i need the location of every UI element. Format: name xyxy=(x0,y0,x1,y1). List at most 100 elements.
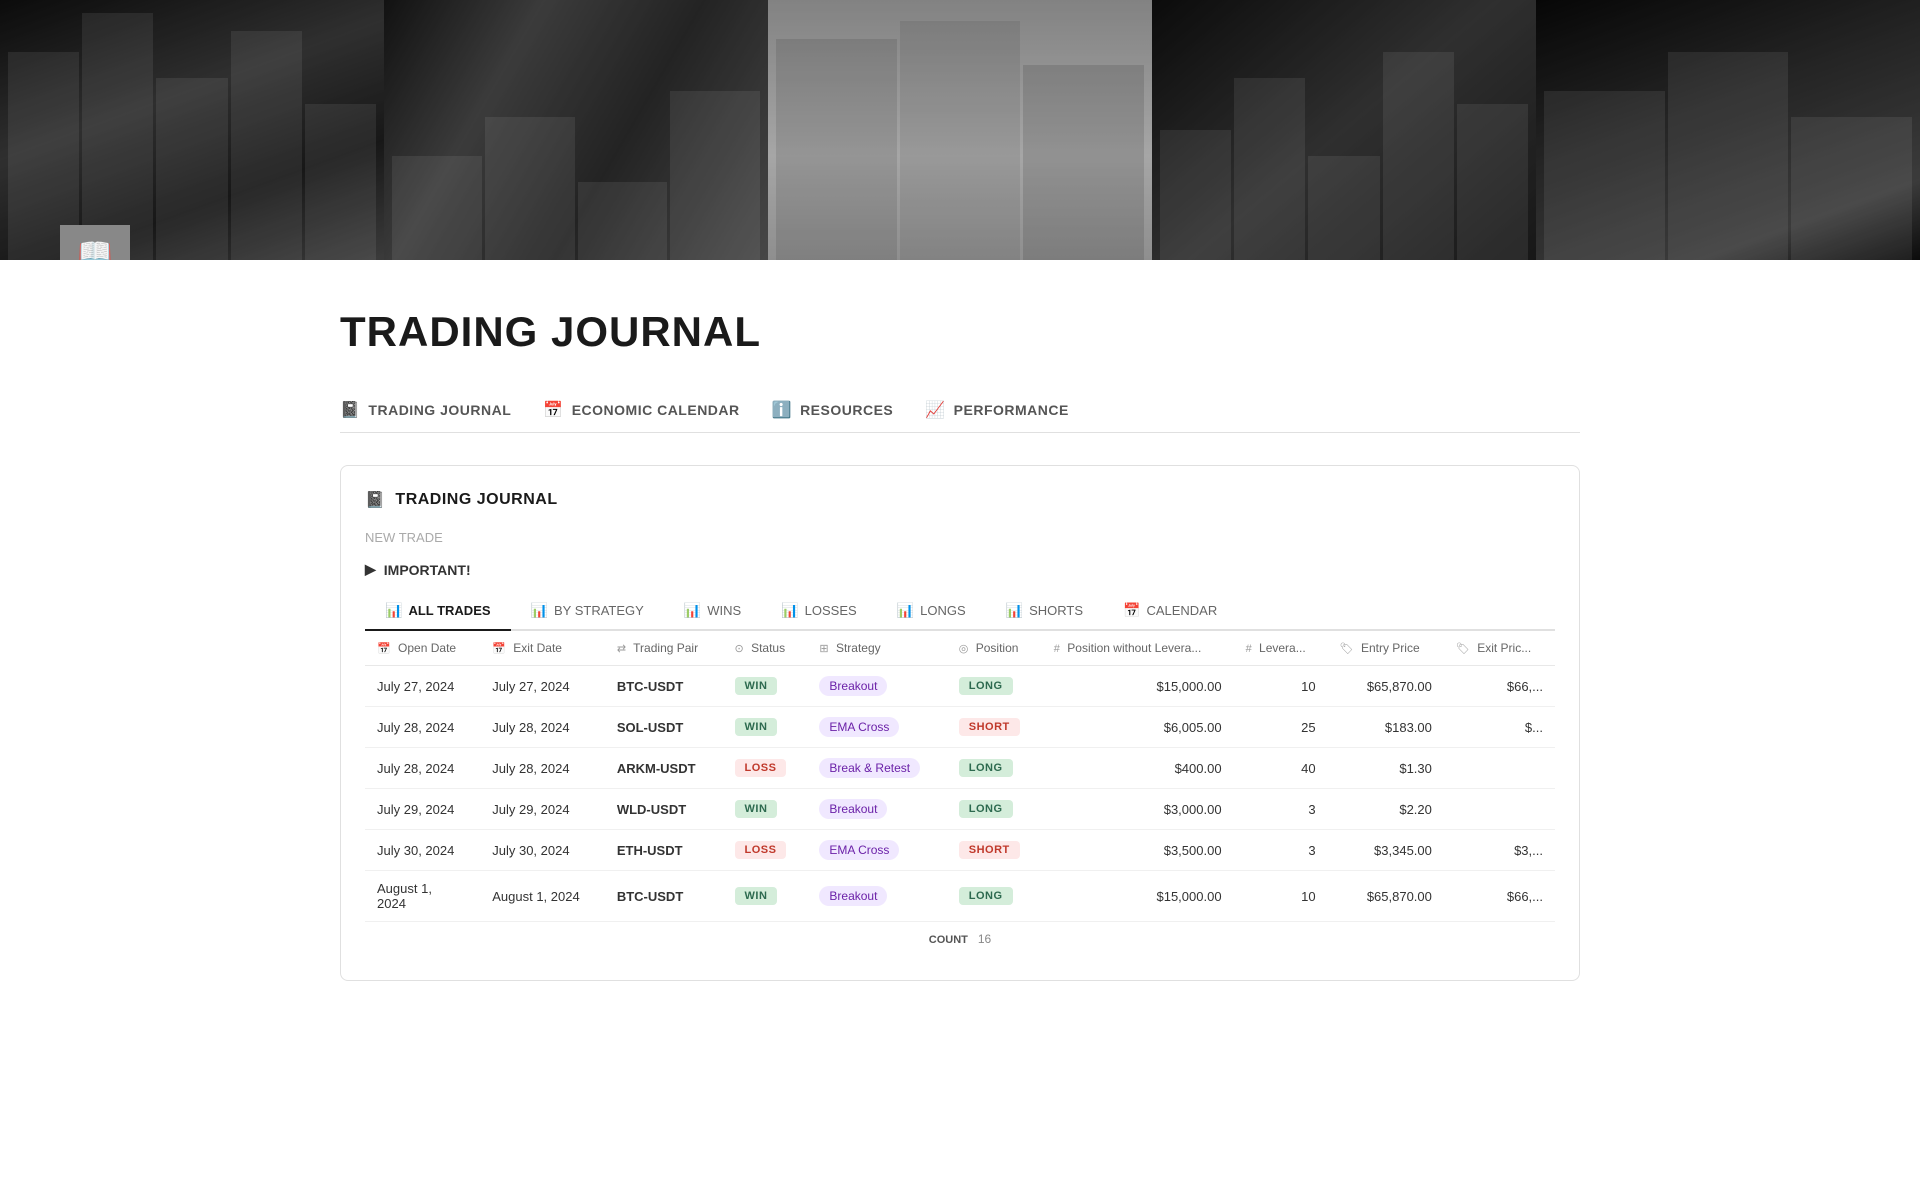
cell-exit-date-2: July 28, 2024 xyxy=(480,748,605,789)
cell-position-1: SHORT xyxy=(947,707,1042,748)
all-trades-icon: 📊 xyxy=(385,602,402,619)
col-position-no-leverage: # Position without Levera... xyxy=(1042,631,1234,666)
count-value: 16 xyxy=(978,932,991,946)
view-tab-longs[interactable]: 📊 LONGS xyxy=(877,594,986,631)
journal-header-title: TRADING JOURNAL xyxy=(395,491,557,509)
status-badge-5: WIN xyxy=(735,887,778,905)
count-label: COUNT xyxy=(929,934,968,946)
view-tab-shorts[interactable]: 📊 SHORTS xyxy=(986,594,1103,631)
table-row[interactable]: July 28, 2024 July 28, 2024 SOL-USDT WIN… xyxy=(365,707,1555,748)
view-tab-by-strategy[interactable]: 📊 BY STRATEGY xyxy=(511,594,664,631)
journal-header-icon: 📓 xyxy=(365,490,385,510)
losses-icon: 📊 xyxy=(781,602,798,619)
cell-exit-date-0: July 27, 2024 xyxy=(480,666,605,707)
performance-nav-icon: 📈 xyxy=(925,400,945,420)
nav-tab-economic-calendar[interactable]: 📅 ECONOMIC CALENDAR xyxy=(543,388,771,432)
col-trading-pair: ⇄ Trading Pair xyxy=(605,631,723,666)
table-row[interactable]: July 27, 2024 July 27, 2024 BTC-USDT WIN… xyxy=(365,666,1555,707)
cell-status-3: WIN xyxy=(723,789,808,830)
view-tab-wins[interactable]: 📊 WINS xyxy=(664,594,761,631)
cell-open-date-2: July 28, 2024 xyxy=(365,748,480,789)
strategy-badge-4: EMA Cross xyxy=(819,840,899,860)
cell-entry-price-2: $1.30 xyxy=(1328,748,1444,789)
cell-entry-price-3: $2.20 xyxy=(1328,789,1444,830)
cell-strategy-0: Breakout xyxy=(807,666,946,707)
count-row: COUNT 16 xyxy=(365,922,1555,956)
strategy-badge-3: Breakout xyxy=(819,799,887,819)
cell-position-no-leverage-3: $3,000.00 xyxy=(1042,789,1234,830)
cell-status-5: WIN xyxy=(723,871,808,922)
view-tab-longs-label: LONGS xyxy=(920,603,966,618)
cell-leverage-0: 10 xyxy=(1234,666,1328,707)
cell-trading-pair-2: ARKM-USDT xyxy=(605,748,723,789)
new-trade-button[interactable]: NEW TRADE xyxy=(365,526,1555,549)
col-position: ◎ Position xyxy=(947,631,1042,666)
cell-entry-price-5: $65,870.00 xyxy=(1328,871,1444,922)
table-row[interactable]: July 29, 2024 July 29, 2024 WLD-USDT WIN… xyxy=(365,789,1555,830)
nav-tab-performance[interactable]: 📈 PERFORMANCE xyxy=(925,388,1101,432)
cell-entry-price-0: $65,870.00 xyxy=(1328,666,1444,707)
expand-icon: ▶ xyxy=(365,561,376,578)
cell-trading-pair-3: WLD-USDT xyxy=(605,789,723,830)
cell-open-date-5: August 1, 2024 xyxy=(365,871,480,922)
cell-position-0: LONG xyxy=(947,666,1042,707)
cell-trading-pair-1: SOL-USDT xyxy=(605,707,723,748)
status-badge-4: LOSS xyxy=(735,841,787,859)
cell-entry-price-1: $183.00 xyxy=(1328,707,1444,748)
col-leverage: # Levera... xyxy=(1234,631,1328,666)
cell-exit-date-1: July 28, 2024 xyxy=(480,707,605,748)
cell-strategy-4: EMA Cross xyxy=(807,830,946,871)
view-tab-losses-label: LOSSES xyxy=(805,603,857,618)
cell-strategy-1: EMA Cross xyxy=(807,707,946,748)
cell-leverage-2: 40 xyxy=(1234,748,1328,789)
cell-status-2: LOSS xyxy=(723,748,808,789)
nav-tab-resources[interactable]: ℹ️ RESOURCES xyxy=(772,388,926,432)
view-tab-wins-label: WINS xyxy=(707,603,741,618)
cell-leverage-5: 10 xyxy=(1234,871,1328,922)
view-tab-shorts-label: SHORTS xyxy=(1029,603,1083,618)
nav-tab-economic-calendar-label: ECONOMIC CALENDAR xyxy=(572,402,740,418)
cell-leverage-4: 3 xyxy=(1234,830,1328,871)
hero-panel-4 xyxy=(1152,0,1536,260)
cell-status-0: WIN xyxy=(723,666,808,707)
cell-exit-price-2 xyxy=(1444,748,1555,789)
view-tab-calendar-label: CALENDAR xyxy=(1146,603,1217,618)
cell-exit-price-0: $66,... xyxy=(1444,666,1555,707)
strategy-badge-5: Breakout xyxy=(819,886,887,906)
longs-icon: 📊 xyxy=(897,602,914,619)
view-tab-all-trades-label: ALL TRADES xyxy=(408,603,490,618)
col-exit-price: 🏷 Exit Pric... xyxy=(1444,631,1555,666)
table-row[interactable]: July 28, 2024 July 28, 2024 ARKM-USDT LO… xyxy=(365,748,1555,789)
table-row[interactable]: July 30, 2024 July 30, 2024 ETH-USDT LOS… xyxy=(365,830,1555,871)
col-strategy: ⊞ Strategy xyxy=(807,631,946,666)
cell-status-1: WIN xyxy=(723,707,808,748)
table-row[interactable]: August 1, 2024 August 1, 2024 BTC-USDT W… xyxy=(365,871,1555,922)
cell-strategy-5: Breakout xyxy=(807,871,946,922)
important-label: IMPORTANT! xyxy=(384,562,471,578)
cell-position-no-leverage-4: $3,500.00 xyxy=(1042,830,1234,871)
cell-position-no-leverage-1: $6,005.00 xyxy=(1042,707,1234,748)
cell-exit-price-4: $3,... xyxy=(1444,830,1555,871)
cell-entry-price-4: $3,345.00 xyxy=(1328,830,1444,871)
cell-position-no-leverage-5: $15,000.00 xyxy=(1042,871,1234,922)
cell-exit-price-1: $... xyxy=(1444,707,1555,748)
position-badge-0: LONG xyxy=(959,677,1013,695)
cell-position-4: SHORT xyxy=(947,830,1042,871)
cell-exit-price-5: $66,... xyxy=(1444,871,1555,922)
cell-exit-price-3 xyxy=(1444,789,1555,830)
strategy-badge-1: EMA Cross xyxy=(819,717,899,737)
nav-tab-trading-journal[interactable]: 📓 TRADING JOURNAL xyxy=(340,388,543,432)
view-tab-calendar[interactable]: 📅 CALENDAR xyxy=(1103,594,1237,631)
hero-panel-3 xyxy=(768,0,1152,260)
calendar-icon: 📅 xyxy=(1123,602,1140,619)
view-tab-losses[interactable]: 📊 LOSSES xyxy=(761,594,876,631)
journal-card-header: 📓 TRADING JOURNAL xyxy=(365,490,1555,510)
cell-open-date-1: July 28, 2024 xyxy=(365,707,480,748)
important-toggle[interactable]: ▶ IMPORTANT! xyxy=(365,561,1555,578)
cell-exit-date-5: August 1, 2024 xyxy=(480,871,605,922)
view-tab-all-trades[interactable]: 📊 ALL TRADES xyxy=(365,594,511,631)
cell-strategy-3: Breakout xyxy=(807,789,946,830)
cell-position-2: LONG xyxy=(947,748,1042,789)
status-badge-0: WIN xyxy=(735,677,778,695)
nav-tab-resources-label: RESOURCES xyxy=(800,402,893,418)
